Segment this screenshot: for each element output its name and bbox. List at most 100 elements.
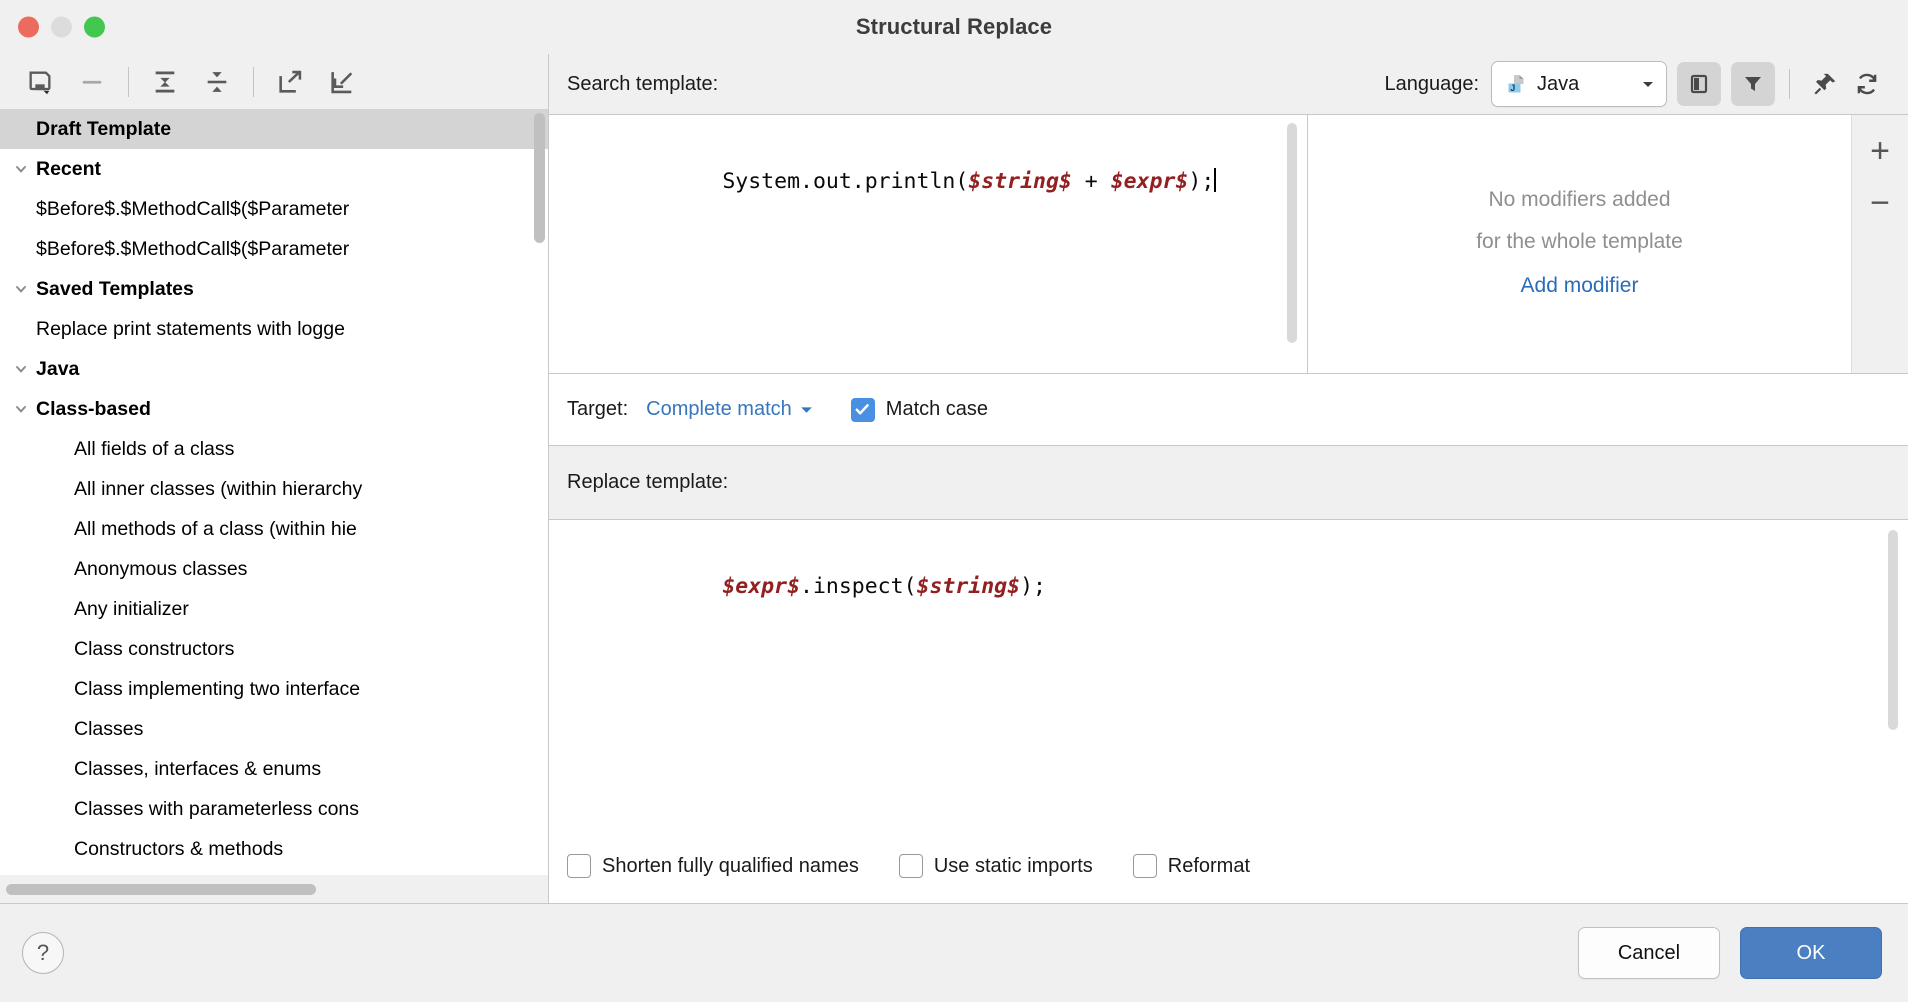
chevron-down-icon[interactable] xyxy=(10,398,32,420)
replace-option-checkbox[interactable] xyxy=(567,854,591,878)
tree-item[interactable]: Classes xyxy=(0,709,548,749)
toggle-modifier-panel-icon xyxy=(1687,72,1711,96)
remove-template-icon xyxy=(78,68,106,96)
tree-item-label: Classes, interfaces & enums xyxy=(74,757,322,780)
replace-option[interactable]: Use static imports xyxy=(898,854,1093,878)
language-dropdown[interactable]: J Java xyxy=(1491,61,1667,107)
filter-button[interactable] xyxy=(1731,62,1775,106)
filter-icon xyxy=(1741,72,1765,96)
replace-option[interactable]: Reformat xyxy=(1132,854,1251,878)
remove-template-button[interactable] xyxy=(66,61,118,103)
modifiers-panel: No modifiers added for the whole templat… xyxy=(1307,115,1908,373)
tree-item[interactable]: Classes with parameterless cons xyxy=(0,789,548,829)
tree-item[interactable]: Java xyxy=(0,349,548,389)
replace-template-editor[interactable]: $expr$.inspect($string$); xyxy=(549,520,1908,829)
expand-all-button[interactable] xyxy=(139,61,191,103)
search-template-editor[interactable]: System.out.println($string$ + $expr$); xyxy=(549,115,1307,373)
save-template-icon xyxy=(26,68,54,96)
tree-item[interactable]: Class-based xyxy=(0,389,548,429)
replace-option-label: Shorten fully qualified names xyxy=(602,854,859,877)
tree-item-label: Recent xyxy=(36,157,102,180)
tree-item[interactable]: Saved Templates xyxy=(0,269,548,309)
java-file-icon: J xyxy=(1504,72,1528,96)
replace-option-checkbox[interactable] xyxy=(1132,854,1157,878)
add-modifier-link[interactable]: Add modifier xyxy=(1521,264,1639,308)
tree-item[interactable]: Constructors & methods xyxy=(0,829,548,869)
pin-button[interactable] xyxy=(1804,63,1846,105)
ok-button[interactable]: OK xyxy=(1740,927,1882,979)
match-case-checkbox-group[interactable]: Match case xyxy=(850,397,989,422)
save-template-button[interactable] xyxy=(14,61,66,103)
replace-options-row: Shorten fully qualified names Use static … xyxy=(549,829,1908,903)
tree-item[interactable]: Any initializer xyxy=(0,589,548,629)
modifiers-empty-line-2: for the whole template xyxy=(1476,230,1683,253)
tree-item[interactable]: Recent xyxy=(0,149,548,189)
match-case-label: Match case xyxy=(885,398,989,420)
chevron-down-icon[interactable] xyxy=(10,278,32,300)
dialog-title: Structural Replace xyxy=(855,14,1053,39)
tree-item[interactable]: Anonymous classes xyxy=(0,549,548,589)
close-window-button[interactable] xyxy=(18,16,39,38)
minimize-window-button[interactable] xyxy=(51,16,72,38)
templates-sidebar: Draft Template Recent $Before$.$MethodCall… xyxy=(0,54,549,903)
tree-horizontal-scrollbar[interactable] xyxy=(0,875,548,903)
target-row: Target: Complete match Match case xyxy=(549,374,1908,446)
replace-option-label: Use static imports xyxy=(933,854,1093,877)
search-template-code: System.out.println($string$ + $expr$); xyxy=(549,115,1307,227)
language-value: Java xyxy=(1537,72,1580,95)
tree-item-label: Saved Templates xyxy=(36,277,194,300)
maximize-window-button[interactable] xyxy=(84,16,105,38)
collapse-all-button[interactable] xyxy=(191,61,243,103)
structural-replace-dialog: Structural Replace Draft Template Recent… xyxy=(0,0,1908,1002)
search-template-header: Search template: Language: J Java xyxy=(549,54,1908,114)
add-modifier-button[interactable]: + xyxy=(1858,129,1902,173)
replace-option[interactable]: Shorten fully qualified names xyxy=(567,854,859,878)
templates-tree-container: Draft Template Recent $Before$.$MethodCall… xyxy=(0,109,548,875)
chevron-down-icon[interactable] xyxy=(10,158,32,180)
import-icon xyxy=(328,68,356,96)
replace-suffix: ); xyxy=(1020,574,1046,599)
toggle-modifier-panel-button[interactable] xyxy=(1677,62,1721,106)
tree-item[interactable]: Class constructors xyxy=(0,629,548,669)
replace-editor-scrollbar[interactable] xyxy=(1888,530,1898,730)
templates-tree[interactable]: Draft Template Recent $Before$.$MethodCall… xyxy=(0,109,548,875)
tree-item-label: Anonymous classes xyxy=(74,557,248,580)
help-button[interactable]: ? xyxy=(22,932,64,974)
tree-item[interactable]: All methods of a class (within hie xyxy=(0,509,548,549)
remove-modifier-button[interactable]: − xyxy=(1858,181,1902,225)
window-controls xyxy=(18,16,105,38)
tree-item-label: Java xyxy=(36,357,80,380)
tree-item[interactable]: Draft Template xyxy=(0,109,548,149)
replace-option-label: Reformat xyxy=(1167,854,1251,877)
match-case-checkbox[interactable] xyxy=(850,397,875,422)
tree-item[interactable]: Class implementing two interface xyxy=(0,669,548,709)
tree-item[interactable]: Classes, interfaces & enums xyxy=(0,749,548,789)
replace-middle: .inspect( xyxy=(800,574,917,599)
tree-item[interactable]: All fields of a class xyxy=(0,429,548,469)
tree-item[interactable]: Replace print statements with logge xyxy=(0,309,548,349)
tree-item-label: All methods of a class (within hie xyxy=(74,517,357,540)
target-label: Target: xyxy=(567,398,629,420)
tree-vertical-scrollbar[interactable] xyxy=(534,113,545,243)
target-dropdown[interactable]: Complete match xyxy=(646,398,792,421)
replace-option-checkbox[interactable] xyxy=(898,854,923,878)
tree-item[interactable]: $Before$.$MethodCall$($Parameter xyxy=(0,189,548,229)
import-template-button[interactable] xyxy=(316,61,368,103)
language-label: Language: xyxy=(1384,72,1479,95)
reset-button[interactable] xyxy=(1846,63,1888,105)
export-template-button[interactable] xyxy=(264,61,316,103)
cancel-button[interactable]: Cancel xyxy=(1578,927,1720,979)
replace-variable-string: $string$ xyxy=(916,574,1021,599)
tree-item[interactable]: $Before$.$MethodCall$($Parameter xyxy=(0,229,548,269)
tree-item-label: $Before$.$MethodCall$($Parameter xyxy=(36,237,350,260)
search-editor-scrollbar[interactable] xyxy=(1287,123,1297,343)
tree-horizontal-scroll-thumb[interactable] xyxy=(6,883,316,895)
header-divider xyxy=(1789,69,1790,99)
export-icon xyxy=(276,68,304,96)
collapse-all-icon xyxy=(203,68,231,96)
modifiers-empty-line-1: No modifiers added xyxy=(1488,188,1671,211)
tree-item[interactable]: All inner classes (within hierarchy xyxy=(0,469,548,509)
target-chevron-down-icon[interactable] xyxy=(798,401,815,418)
tree-item-label: All fields of a class xyxy=(74,437,235,460)
chevron-down-icon[interactable] xyxy=(10,358,32,380)
